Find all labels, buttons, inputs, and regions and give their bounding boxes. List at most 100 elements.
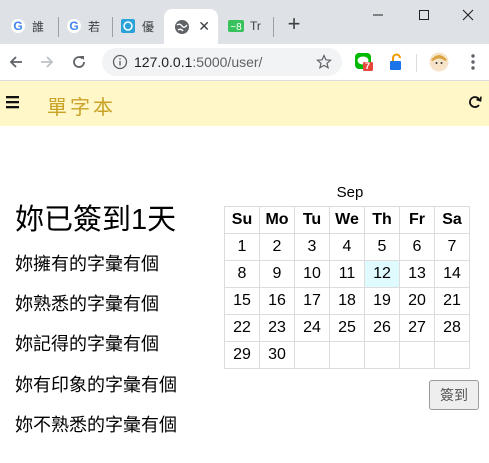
close-window-icon[interactable]: [447, 0, 489, 30]
browser-tab-title: 優: [142, 19, 155, 34]
calendar-day: 25: [329, 314, 365, 342]
google-icon: G: [11, 19, 25, 33]
calendar-day: 17: [294, 287, 330, 315]
weekday-header: Su: [224, 206, 260, 234]
profile-avatar-icon[interactable]: [429, 52, 449, 72]
translate-icon: ~8: [228, 20, 244, 33]
calendar-day: 18: [329, 287, 365, 315]
globe-icon: [175, 19, 189, 34]
browser-tab-2[interactable]: G 若: [56, 11, 112, 41]
minimize-window-icon[interactable]: [355, 0, 401, 30]
app-navbar: 單字本: [0, 81, 489, 126]
calendar-week-row: 8 9 10 11 12 13 14: [224, 260, 470, 288]
weekday-header: Th: [364, 206, 400, 234]
calendar-day: 21: [434, 287, 470, 315]
calendar-day: 1: [224, 233, 260, 261]
calendar-day: 12: [364, 260, 400, 288]
url-host: 127.0.0.1: [134, 54, 193, 70]
browser-tab-title: Tr: [250, 19, 261, 33]
weekday-header: Fr: [399, 206, 435, 234]
browser-tab-strip: G 誰 G 若 優 ✕ ~8 Tr +: [0, 0, 489, 44]
back-arrow-icon[interactable]: [4, 50, 28, 74]
close-tab-icon[interactable]: ✕: [198, 18, 210, 35]
bookmark-star-icon[interactable]: [316, 54, 332, 70]
calendar-day: 16: [259, 287, 295, 315]
reload-icon[interactable]: [67, 50, 91, 74]
refresh-icon[interactable]: [467, 94, 483, 115]
calendar-day: 2: [259, 233, 295, 261]
maximize-window-icon[interactable]: [401, 0, 447, 30]
google-icon: G: [67, 19, 81, 33]
calendar-week-row: 1 2 3 4 5 6 7: [224, 233, 470, 261]
weekday-header: Mo: [259, 206, 295, 234]
browser-tab-5[interactable]: ~8 Tr: [218, 11, 272, 41]
line-extension-icon[interactable]: 7: [354, 52, 374, 72]
calendar-day: 3: [294, 233, 330, 261]
browser-tab-title: 誰: [32, 19, 45, 34]
weekday-header: Sa: [434, 206, 470, 234]
calendar-day: 22: [224, 314, 260, 342]
calendar-day: 6: [399, 233, 435, 261]
new-tab-button[interactable]: +: [282, 11, 306, 37]
checkin-days-heading: 妳已簽到1天: [15, 204, 177, 236]
calendar-weekday-row: Su Mo Tu We Th Fr Sa: [224, 206, 470, 234]
calendar-day: 23: [259, 314, 295, 342]
calendar-day: 19: [364, 287, 400, 315]
brand-title[interactable]: 單字本: [47, 91, 116, 120]
url-path: :5000/user/: [192, 54, 263, 70]
calendar-day: [329, 341, 365, 369]
forward-arrow-icon[interactable]: [35, 50, 59, 74]
signin-button[interactable]: 簽到: [429, 380, 479, 410]
calendar-day: 26: [364, 314, 400, 342]
extension-badge: 7: [365, 61, 371, 71]
browser-tab-title: 若: [88, 19, 101, 34]
site-icon: [121, 19, 135, 33]
stat-remembered-words: 妳記得的字彙有個: [15, 334, 159, 354]
browser-tab-4-active[interactable]: ✕: [164, 9, 218, 44]
browser-toolbar: 127.0.0.1:5000/user/ 7: [0, 44, 489, 81]
calendar-day: 13: [399, 260, 435, 288]
stat-impression-words: 妳有印象的字彙有個: [15, 375, 177, 395]
calendar-day: 11: [329, 260, 365, 288]
stat-owned-words: 妳擁有的字彙有個: [15, 254, 159, 274]
weekday-header: We: [329, 206, 365, 234]
hamburger-menu-icon[interactable]: [6, 95, 20, 114]
calendar-day: 29: [224, 341, 260, 369]
calendar-day: 7: [434, 233, 470, 261]
address-bar[interactable]: 127.0.0.1:5000/user/: [102, 48, 342, 76]
weekday-header: Tu: [294, 206, 330, 234]
info-icon[interactable]: [112, 54, 128, 70]
calendar-day: 8: [224, 260, 260, 288]
calendar-day: 9: [259, 260, 295, 288]
calendar-day: 5: [364, 233, 400, 261]
svg-text:G: G: [13, 19, 22, 33]
calendar-week-row: 29 30: [224, 341, 470, 369]
browser-tab-1[interactable]: G 誰: [0, 11, 58, 41]
stat-familiar-words: 妳熟悉的字彙有個: [15, 294, 159, 314]
calendar-day: 20: [399, 287, 435, 315]
url-text[interactable]: 127.0.0.1:5000/user/: [134, 54, 262, 70]
toolbar-divider: [416, 54, 417, 72]
calendar-day: [399, 341, 435, 369]
calendar-month-label: Sep: [336, 184, 364, 201]
calendar-day: 30: [259, 341, 295, 369]
calendar-week-row: 15 16 17 18 19 20 21: [224, 287, 470, 315]
calendar-day: [294, 341, 330, 369]
svg-text:G: G: [69, 19, 78, 33]
calendar-week-row: 22 23 24 25 26 27 28: [224, 314, 470, 342]
tab-divider: [273, 17, 274, 37]
calendar-table: Su Mo Tu We Th Fr Sa 1 2 3 4 5 6 7 8 9 1…: [224, 206, 470, 369]
calendar-day: 28: [434, 314, 470, 342]
unlock-extension-icon[interactable]: [386, 52, 406, 72]
calendar-day: 27: [399, 314, 435, 342]
calendar-day: 10: [294, 260, 330, 288]
chrome-menu-icon[interactable]: [463, 52, 483, 72]
stat-unfamiliar-words: 妳不熟悉的字彙有個: [15, 415, 177, 435]
calendar-day: 4: [329, 233, 365, 261]
browser-tab-3[interactable]: 優: [110, 11, 164, 41]
calendar-day: 14: [434, 260, 470, 288]
calendar-day: 15: [224, 287, 260, 315]
svg-text:~8: ~8: [230, 22, 242, 33]
calendar-day: [434, 341, 470, 369]
calendar-day: 24: [294, 314, 330, 342]
